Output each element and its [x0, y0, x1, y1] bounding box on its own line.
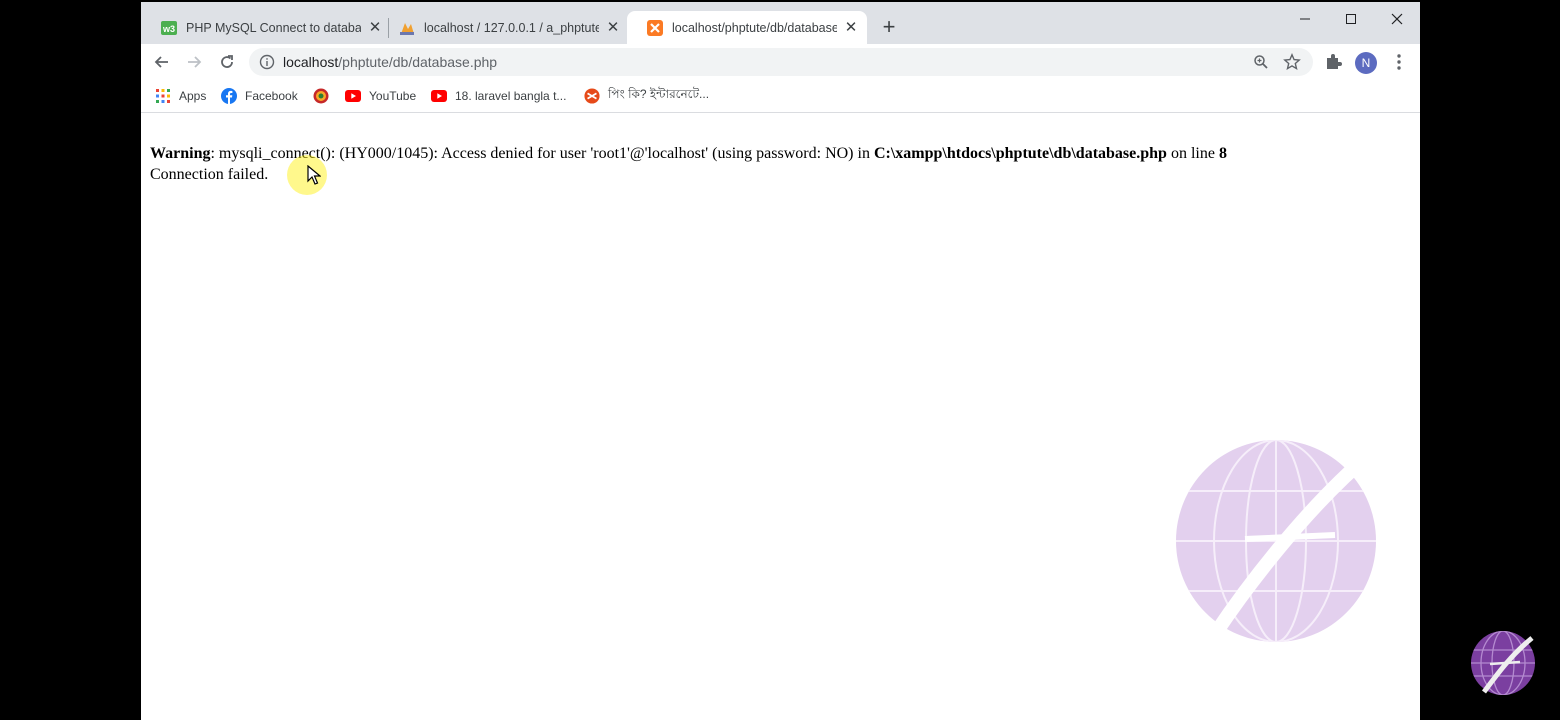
tab-phpmyadmin[interactable]: localhost / 127.0.0.1 / a_phptute ✕	[379, 11, 629, 44]
bookmarks-bar: Apps Facebook YouTube 18. laravel bangla…	[141, 80, 1420, 113]
bookmark-emblem[interactable]	[313, 87, 337, 105]
xampp-icon	[647, 19, 663, 36]
tab-title: PHP MySQL Connect to database	[186, 20, 361, 35]
bookmark-facebook[interactable]: Facebook	[221, 87, 298, 105]
bookmark-label: পিং কি? ইন্টারনেটে...	[608, 87, 710, 101]
reload-button[interactable]	[216, 51, 238, 73]
minimize-icon	[1300, 18, 1310, 20]
maximize-button[interactable]	[1328, 6, 1374, 32]
bookmark-laravel-bangla[interactable]: 18. laravel bangla t...	[431, 87, 566, 105]
back-button[interactable]	[151, 51, 173, 73]
bookmark-apps[interactable]: Apps	[155, 87, 206, 105]
url-text[interactable]: localhost/phptute/db/database.php	[283, 48, 497, 76]
address-bar[interactable]: localhost/phptute/db/database.php	[249, 48, 1313, 76]
youtube-icon	[431, 88, 447, 104]
tab-database-php[interactable]: localhost/phptute/db/database.php ✕	[627, 11, 867, 44]
tab-strip: w3 PHP MySQL Connect to database ✕ local…	[141, 2, 1420, 44]
reload-icon	[221, 55, 233, 68]
url-host: localhost	[283, 54, 339, 70]
svg-text:w3: w3	[162, 24, 175, 34]
bookmark-star-icon[interactable]	[1283, 53, 1301, 76]
apps-grid-icon	[155, 88, 171, 104]
youtube-icon	[345, 88, 361, 104]
more-menu-icon[interactable]	[1392, 53, 1406, 71]
extensions-icon[interactable]	[1324, 53, 1342, 76]
channel-logo-icon	[1470, 630, 1536, 701]
tab-title: localhost/phptute/db/database.php	[672, 20, 837, 35]
forward-button[interactable]	[183, 51, 205, 73]
url-path: /phptute/db/database.php	[338, 54, 498, 70]
w3schools-icon: w3	[161, 20, 177, 36]
zoom-icon[interactable]	[1253, 54, 1269, 75]
tab-php-mysql[interactable]: w3 PHP MySQL Connect to database ✕	[141, 11, 391, 44]
close-window-button[interactable]	[1374, 6, 1420, 32]
browser-toolbar: localhost/phptute/db/database.php N	[141, 44, 1420, 80]
bookmark-label: YouTube	[369, 89, 417, 103]
ping-icon	[584, 88, 600, 104]
globe-watermark-icon	[1175, 439, 1377, 648]
tab-close-icon[interactable]: ✕	[843, 19, 859, 36]
tab-title: localhost / 127.0.0.1 / a_phptute	[424, 20, 599, 35]
file-path: C:\xampp\htdocs\phptute\db\database.php	[873, 145, 1167, 162]
facebook-icon	[221, 88, 237, 104]
bookmark-youtube[interactable]: YouTube	[345, 87, 416, 105]
profile-avatar[interactable]: N	[1355, 52, 1377, 74]
bookmark-label: Apps	[179, 89, 207, 103]
emblem-icon	[313, 88, 329, 104]
forward-arrow-icon	[188, 56, 202, 68]
bookmark-ping[interactable]: পিং কি? ইন্টারনেটে...	[584, 87, 709, 105]
minimize-button[interactable]	[1282, 6, 1328, 32]
mouse-cursor-icon	[307, 164, 322, 190]
browser-window: w3 PHP MySQL Connect to database ✕ local…	[141, 2, 1420, 720]
page-content: Warning: mysqli_connect(): (HY000/1045):…	[141, 113, 1420, 720]
back-arrow-icon	[154, 56, 168, 68]
phpmyadmin-icon	[399, 20, 415, 36]
on-line-text: on line	[1166, 145, 1219, 162]
close-icon	[1391, 13, 1403, 25]
bookmark-label: 18. laravel bangla t...	[455, 89, 567, 103]
new-tab-button[interactable]: +	[879, 16, 899, 38]
line-number: 8	[1218, 145, 1227, 162]
site-info-icon[interactable]	[259, 54, 275, 75]
maximize-icon	[1346, 14, 1356, 24]
bookmark-label: Facebook	[245, 89, 298, 103]
tab-close-icon[interactable]: ✕	[605, 19, 621, 36]
warning-label: Warning	[150, 145, 211, 162]
